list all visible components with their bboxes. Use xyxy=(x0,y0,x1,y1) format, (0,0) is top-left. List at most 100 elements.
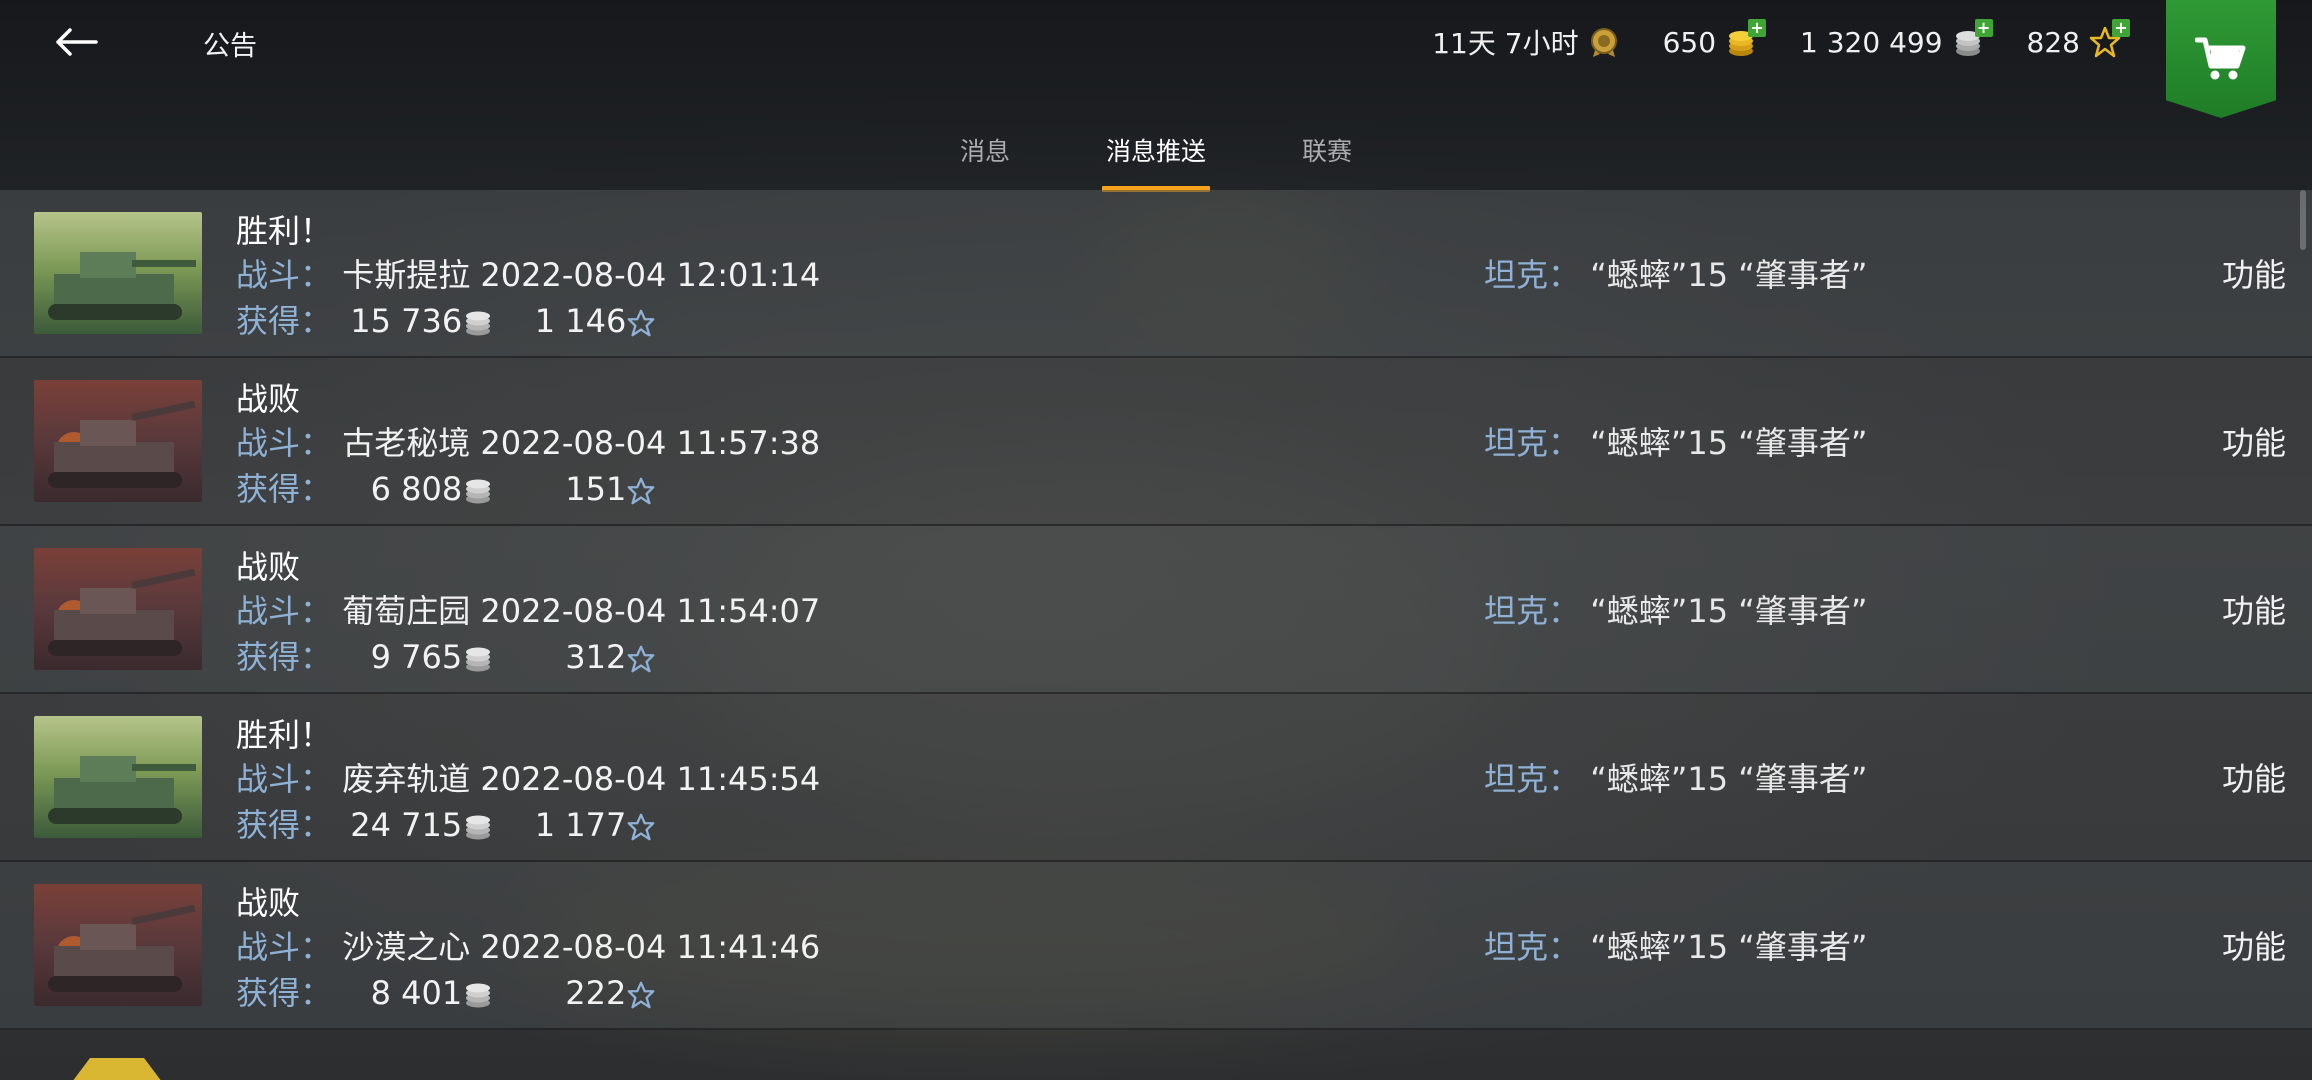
add-gold-icon[interactable]: + xyxy=(1748,19,1767,37)
list-item[interactable]: 战败 战斗： 沙漠之心 2022-08-04 11:41:46 获得： 8 40… xyxy=(0,862,2312,1030)
function-button[interactable]: 功能 xyxy=(2222,586,2286,632)
battle-datetime: 2022-08-04 11:41:46 xyxy=(480,928,821,966)
premium-account-timer[interactable]: 11天 7小时 xyxy=(1432,22,1620,62)
battle-datetime: 2022-08-04 11:57:38 xyxy=(480,424,821,462)
back-button[interactable] xyxy=(46,14,106,70)
tab-league[interactable]: 联赛 xyxy=(1254,124,1400,190)
tank-name: “蟋蟀”15 “肇事者” xyxy=(1590,928,1868,966)
list-item[interactable]: 战败 战斗： 葡萄庄园 2022-08-04 11:54:07 获得： 9 76… xyxy=(0,526,2312,694)
battle-info: 战斗： 葡萄庄园 2022-08-04 11:54:07 xyxy=(236,586,820,632)
currency-bar: 11天 7小时 650 + 1 320 499 + 828 + xyxy=(1432,18,2130,66)
battle-map: 沙漠之心 xyxy=(342,928,471,966)
battle-info: 战斗： 卡斯提拉 2022-08-04 12:01:14 xyxy=(236,250,820,296)
shop-cart-button[interactable] xyxy=(2166,0,2276,118)
earnings-info: 获得： 15 736 1 146 xyxy=(236,296,656,342)
defeat-tank-thumbnail xyxy=(34,884,202,1006)
function-button[interactable]: 功能 xyxy=(2222,754,2286,800)
tab-messages[interactable]: 消息 xyxy=(912,124,1058,190)
earnings-info: 获得： 6 808 151 xyxy=(236,464,656,510)
earned-silver: 8 401 xyxy=(370,974,463,1012)
battle-result: 胜利！ xyxy=(236,716,333,754)
tank-label: 坦克： xyxy=(1484,928,1581,966)
earned-label: 获得： xyxy=(236,470,333,508)
xp-star-icon xyxy=(628,309,655,337)
tank-info: 坦克： “蟋蟀”15 “肇事者” xyxy=(1484,754,1867,800)
tank-info: 坦克： “蟋蟀”15 “肇事者” xyxy=(1484,586,1867,632)
add-free-xp-icon[interactable]: + xyxy=(2112,19,2130,37)
earnings-info: 获得： 8 401 222 xyxy=(236,968,656,1014)
earned-label: 获得： xyxy=(236,302,333,340)
gold-coins-icon: + xyxy=(1724,19,1767,59)
battle-result: 胜利！ xyxy=(236,212,333,250)
tank-info: 坦克： “蟋蟀”15 “肇事者” xyxy=(1484,922,1867,968)
battle-label: 战斗： xyxy=(236,256,333,294)
earned-silver: 6 808 xyxy=(370,470,463,508)
tank-name: “蟋蟀”15 “肇事者” xyxy=(1590,256,1868,294)
battle-label: 战斗： xyxy=(236,760,333,798)
tab-message-push[interactable]: 消息推送 xyxy=(1058,124,1254,190)
battle-result: 战败 xyxy=(236,884,301,922)
battle-datetime: 2022-08-04 11:54:07 xyxy=(480,592,821,630)
earnings-info: 获得： 24 715 1 177 xyxy=(236,800,656,846)
xp-star-icon: + xyxy=(2088,19,2130,59)
silver-coins-icon xyxy=(466,647,491,672)
battle-info: 战斗： 沙漠之心 2022-08-04 11:41:46 xyxy=(236,922,820,968)
battle-label: 战斗： xyxy=(236,424,333,462)
earned-label: 获得： xyxy=(236,806,333,844)
page-title: 公告 xyxy=(203,31,257,62)
arrow-left-icon xyxy=(56,28,98,56)
function-button[interactable]: 功能 xyxy=(2222,922,2286,968)
earned-xp: 312 xyxy=(565,638,627,676)
tank-name: “蟋蟀”15 “肇事者” xyxy=(1590,424,1868,462)
tank-info: 坦克： “蟋蟀”15 “肇事者” xyxy=(1484,250,1867,296)
free-xp-balance[interactable]: 828 + xyxy=(2026,19,2130,59)
free-xp-value: 828 xyxy=(2026,25,2080,59)
tab-bar: 消息 消息推送 联赛 xyxy=(0,124,2312,190)
list-item[interactable]: 战败 战斗： 古老秘境 2022-08-04 11:57:38 获得： 6 80… xyxy=(0,358,2312,526)
battle-result: 战败 xyxy=(236,380,301,418)
silver-balance[interactable]: 1 320 499 + xyxy=(1800,19,1993,59)
silver-coins-icon xyxy=(466,815,491,840)
victory-tank-thumbnail xyxy=(34,716,202,838)
earned-label: 获得： xyxy=(236,638,333,676)
earned-xp: 1 177 xyxy=(534,806,627,844)
earned-silver: 24 715 xyxy=(350,806,463,844)
list-item[interactable]: 胜利！ 战斗： 卡斯提拉 2022-08-04 12:01:14 获得： 15 … xyxy=(0,190,2312,358)
battle-map: 卡斯提拉 xyxy=(342,256,471,294)
xp-star-icon xyxy=(628,981,655,1009)
defeat-tank-thumbnail xyxy=(34,548,202,670)
silver-value: 1 320 499 xyxy=(1800,25,1943,59)
battle-map: 古老秘境 xyxy=(342,424,471,462)
message-push-screen: 公告 11天 7小时 650 + 1 320 499 + 828 + 消息 消息… xyxy=(0,0,2312,1080)
battle-info: 战斗： 古老秘境 2022-08-04 11:57:38 xyxy=(236,418,820,464)
gold-balance[interactable]: 650 + xyxy=(1662,19,1767,59)
battle-result: 战败 xyxy=(236,548,301,586)
add-silver-icon[interactable]: + xyxy=(1974,19,1993,37)
silver-coins-icon: + xyxy=(1951,19,1993,59)
battle-label: 战斗： xyxy=(236,592,333,630)
earned-xp: 151 xyxy=(565,470,627,508)
list-scrollbar[interactable] xyxy=(2300,190,2306,250)
tank-name: “蟋蟀”15 “肇事者” xyxy=(1590,760,1868,798)
function-button[interactable]: 功能 xyxy=(2222,418,2286,464)
tank-label: 坦克： xyxy=(1484,592,1581,630)
xp-star-icon xyxy=(628,645,655,673)
tank-label: 坦克： xyxy=(1484,760,1581,798)
earned-xp: 222 xyxy=(565,974,627,1012)
earned-label: 获得： xyxy=(236,974,333,1012)
battle-map: 废弃轨道 xyxy=(342,760,471,798)
tank-info: 坦克： “蟋蟀”15 “肇事者” xyxy=(1484,418,1867,464)
tank-label: 坦克： xyxy=(1484,256,1581,294)
shopping-cart-icon xyxy=(2195,37,2246,80)
battle-info: 战斗： 废弃轨道 2022-08-04 11:45:54 xyxy=(236,754,820,800)
tank-label: 坦克： xyxy=(1484,424,1581,462)
top-header: 公告 11天 7小时 650 + 1 320 499 + 828 + 消息 消息… xyxy=(0,0,2312,190)
gold-value: 650 xyxy=(1662,25,1717,59)
xp-star-icon xyxy=(628,477,655,505)
premium-time-value: 11天 7小时 xyxy=(1432,27,1579,60)
premium-medal-icon xyxy=(1587,25,1621,59)
silver-coins-icon xyxy=(466,479,491,504)
earned-silver: 15 736 xyxy=(350,302,463,340)
function-button[interactable]: 功能 xyxy=(2222,250,2286,296)
list-item[interactable]: 胜利！ 战斗： 废弃轨道 2022-08-04 11:45:54 获得： 24 … xyxy=(0,694,2312,862)
